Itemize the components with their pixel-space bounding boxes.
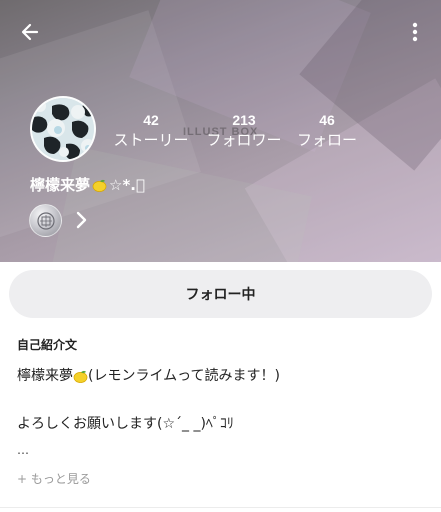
profile-header: ILLUST BOX 42 ストーリー 213 フォロワー 46 フォロー 檸檬… <box>0 0 441 262</box>
lemon-icon <box>92 179 107 192</box>
back-arrow-icon <box>21 23 39 41</box>
avatar[interactable] <box>30 96 96 162</box>
stat-followers[interactable]: 213 フォロワー <box>203 111 285 151</box>
badge-chevron-button[interactable] <box>71 209 91 231</box>
bio-line: よろしくお願いします(☆´_ _)ﾍﾟｺﾘ <box>17 416 234 432</box>
back-button[interactable] <box>14 16 46 48</box>
show-more-link[interactable]: + もっと見る <box>17 470 91 487</box>
bio-title: 自己紹介文 <box>17 338 78 352</box>
more-options-button[interactable] <box>400 16 430 48</box>
stat-stories-label: ストーリー <box>113 131 189 149</box>
stat-following-count: 46 <box>319 112 335 128</box>
divider <box>0 507 441 508</box>
bio-ellipsis: … <box>17 443 29 457</box>
username: 檸檬来夢 ☆*.ﾟ <box>30 174 145 196</box>
lemon-icon <box>73 370 88 383</box>
username-text: 檸檬来夢 <box>30 176 91 194</box>
bio-line1-suffix: (レモンライムって読みます！) <box>88 368 280 384</box>
badge-medal-icon <box>36 211 55 230</box>
chevron-right-icon <box>76 211 87 229</box>
stat-following-label: フォロー <box>296 131 357 149</box>
stat-stories[interactable]: 42 ストーリー <box>111 111 191 151</box>
following-button[interactable]: フォロー中 <box>9 270 432 318</box>
bio-line: 檸檬来夢 (レモンライムって読みます！) <box>17 366 280 386</box>
username-suffix: ☆*.ﾟ <box>109 176 146 194</box>
stat-stories-count: 42 <box>143 112 159 128</box>
stat-followers-label: フォロワー <box>206 131 282 149</box>
more-vert-icon <box>412 22 418 42</box>
stat-followers-count: 213 <box>232 112 256 128</box>
bio-line1-prefix: 檸檬来夢 <box>17 368 73 384</box>
stat-following[interactable]: 46 フォロー <box>294 111 360 151</box>
badge-button[interactable] <box>29 204 62 237</box>
